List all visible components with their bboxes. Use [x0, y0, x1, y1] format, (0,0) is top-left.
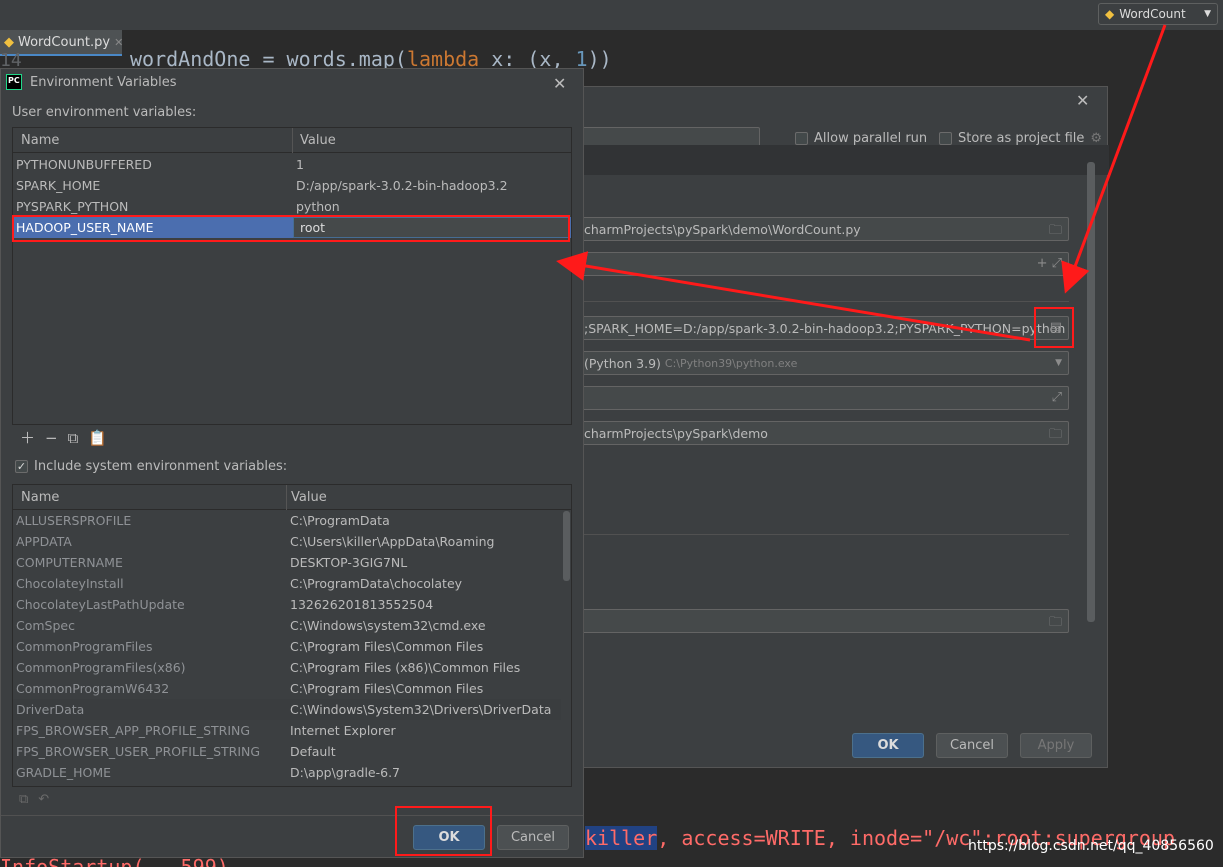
watermark: https://blog.csdn.net/qq_40856560 [968, 838, 1214, 854]
arrow-to-env-button [1061, 24, 1167, 294]
annotation-arrows [556, 24, 1167, 342]
arrow-to-env-row [556, 251, 1031, 342]
